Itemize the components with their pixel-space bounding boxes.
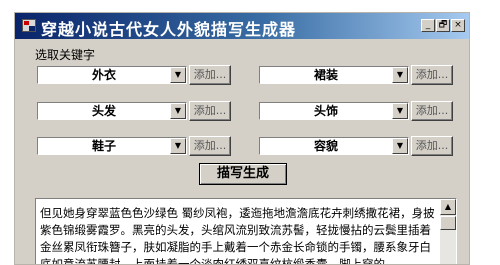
- add-shoes-button[interactable]: 添加...: [189, 136, 231, 156]
- shoes-combo-value: 鞋子: [91, 139, 116, 153]
- chevron-down-icon[interactable]: ▼: [392, 103, 408, 119]
- hair-combo[interactable]: 头发 ▼: [37, 102, 187, 120]
- chevron-down-icon[interactable]: ▼: [392, 138, 408, 154]
- skirt-combo[interactable]: 裙装 ▼: [259, 66, 409, 84]
- generate-description-button[interactable]: 描写生成: [199, 163, 287, 185]
- window-title: 穿越小说古代女人外貌描写生成器: [41, 20, 297, 39]
- maximize-button[interactable]: 🗗: [436, 19, 450, 32]
- app-window: 穿越小说古代女人外貌描写生成器 _ 🗗 × 选取关键字 外衣 ▼ 添加... 裙装 …: [14, 12, 470, 265]
- keywords-label: 选取关键字: [35, 48, 96, 62]
- headwear-combo[interactable]: 头饰 ▼: [259, 102, 409, 120]
- scroll-thumb[interactable]: [440, 216, 456, 230]
- minimize-button[interactable]: _: [421, 19, 435, 32]
- add-hair-button[interactable]: 添加...: [189, 101, 231, 121]
- add-skirt-button[interactable]: 添加...: [411, 65, 453, 85]
- outerwear-combo-value: 外衣: [91, 68, 116, 82]
- add-outerwear-button[interactable]: 添加...: [189, 65, 231, 85]
- headwear-combo-value: 头饰: [313, 104, 338, 118]
- looks-combo[interactable]: 容貌 ▼: [259, 137, 409, 155]
- chevron-down-icon[interactable]: ▼: [392, 67, 408, 83]
- chevron-down-icon[interactable]: ▼: [170, 138, 186, 154]
- chevron-down-icon[interactable]: ▼: [170, 103, 186, 119]
- hair-combo-value: 头发: [91, 104, 116, 118]
- close-button[interactable]: ×: [451, 19, 465, 32]
- vertical-scrollbar[interactable]: ▲: [440, 199, 456, 264]
- looks-combo-value: 容貌: [313, 139, 338, 153]
- add-headwear-button[interactable]: 添加...: [411, 101, 453, 121]
- app-icon: [22, 19, 36, 32]
- shoes-combo[interactable]: 鞋子 ▼: [37, 137, 187, 155]
- skirt-combo-value: 裙装: [313, 68, 338, 82]
- scroll-up-arrow-icon[interactable]: ▲: [440, 199, 456, 215]
- title-bar[interactable]: 穿越小说古代女人外貌描写生成器 _ 🗗 ×: [15, 13, 469, 39]
- output-textarea[interactable]: 但见她身穿翠蓝色色沙绿色 蜀纱凤袍，逶迤拖地澹澹底花卉刺绣撒花裙，身披紫色锦缎雾…: [35, 198, 457, 265]
- add-looks-button[interactable]: 添加...: [411, 136, 453, 156]
- window-controls: _ 🗗 ×: [420, 19, 465, 38]
- outerwear-combo[interactable]: 外衣 ▼: [37, 66, 187, 84]
- chevron-down-icon[interactable]: ▼: [170, 67, 186, 83]
- output-text: 但见她身穿翠蓝色色沙绿色 蜀纱凤袍，逶迤拖地澹澹底花卉刺绣撒花裙，身披紫色锦缎雾…: [40, 206, 435, 265]
